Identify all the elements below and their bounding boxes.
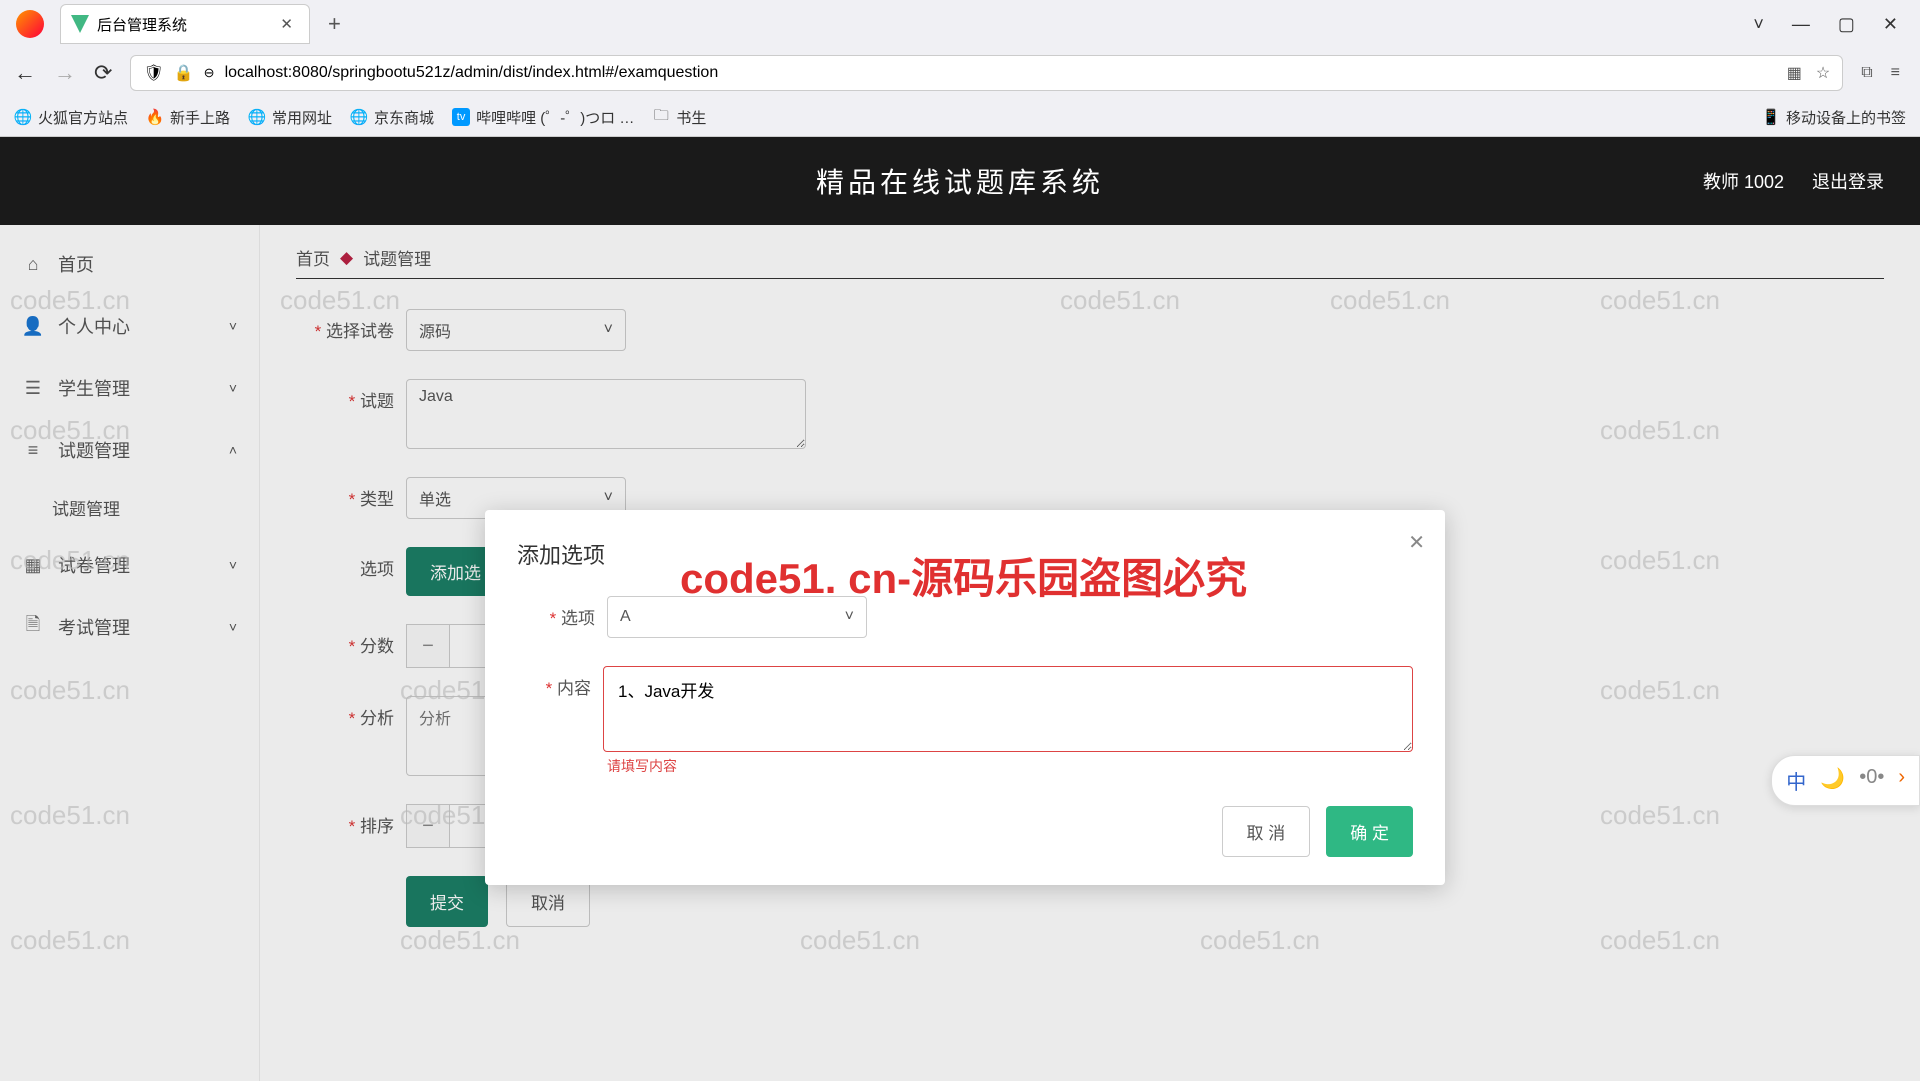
- ime-arrow-icon[interactable]: ›: [1898, 766, 1905, 795]
- modal-row-content: 内容 请填写内容: [517, 666, 1413, 776]
- vue-favicon-icon: [71, 15, 89, 33]
- modal-footer: 取 消 确 定: [517, 806, 1413, 857]
- globe-icon: 🌐: [14, 108, 32, 126]
- bookmark-item[interactable]: 🌐常用网址: [248, 107, 332, 128]
- url-bar[interactable]: 🛡 🔒 ⊖ localhost:8080/springbootu521z/adm…: [130, 55, 1843, 91]
- globe-icon: 🌐: [248, 108, 266, 126]
- new-tab-button[interactable]: +: [318, 7, 351, 41]
- firefox-logo-icon: [16, 10, 44, 38]
- modal-row-option: 选项 A˅: [517, 596, 1413, 638]
- validation-error: 请填写内容: [607, 756, 1413, 776]
- option-letter-dropdown[interactable]: A˅: [607, 596, 867, 638]
- shield-icon: 🛡: [143, 63, 163, 83]
- browser-tab[interactable]: 后台管理系统 ✕: [60, 4, 310, 44]
- ime-moon-icon[interactable]: 🌙: [1820, 766, 1845, 795]
- modal-close-icon[interactable]: ✕: [1408, 530, 1425, 555]
- bookmark-item[interactable]: 🌐火狐官方站点: [14, 107, 128, 128]
- minimize-button[interactable]: —: [1792, 14, 1810, 35]
- mobile-icon: 📱: [1762, 108, 1780, 126]
- app-body: code51.cn code51.cn code51.cn code51.cn …: [0, 225, 1920, 1081]
- extensions-icon[interactable]: ⧉: [1861, 64, 1872, 82]
- ime-more-icon[interactable]: •0•: [1859, 766, 1884, 795]
- permission-icon: ⊖: [204, 65, 215, 81]
- modal-cancel-button[interactable]: 取 消: [1222, 806, 1311, 857]
- url-text: localhost:8080/springbootu521z/admin/dis…: [225, 64, 719, 82]
- bookmark-bar: 🌐火狐官方站点 🔥新手上路 🌐常用网址 🌐京东商城 tv哔哩哔哩 (゜-゜)つロ…: [0, 98, 1920, 136]
- chevron-down-icon: ˅: [845, 608, 854, 626]
- label-option: 选项: [517, 596, 607, 629]
- bookmark-folder[interactable]: 🗀书生: [652, 107, 706, 128]
- app-header: 精品在线试题库系统 教师 1002 退出登录: [0, 137, 1920, 225]
- window-controls: ˅ — ▢ ✕: [1753, 14, 1912, 35]
- browser-chrome: 后台管理系统 ✕ + ˅ — ▢ ✕ ← → ⟳ 🛡 🔒 ⊖ localhost…: [0, 0, 1920, 137]
- tabs-dropdown-icon[interactable]: ˅: [1753, 14, 1764, 35]
- tab-close-icon[interactable]: ✕: [274, 13, 299, 35]
- bili-icon: tv: [452, 108, 470, 126]
- bookmark-item[interactable]: 🔥新手上路: [146, 107, 230, 128]
- globe-icon: 🌐: [350, 108, 368, 126]
- tab-bar: 后台管理系统 ✕ + ˅ — ▢ ✕: [0, 0, 1920, 48]
- lock-icon: 🔒: [174, 63, 194, 83]
- add-option-modal: 添加选项 ✕ 选项 A˅ 内容 请填写内容 取 消 确 定: [485, 510, 1445, 885]
- bookmark-item[interactable]: 🌐京东商城: [350, 107, 434, 128]
- bookmark-star-icon[interactable]: ☆: [1816, 63, 1830, 83]
- logout-link[interactable]: 退出登录: [1812, 168, 1884, 194]
- maximize-button[interactable]: ▢: [1838, 14, 1855, 35]
- mobile-bookmarks[interactable]: 📱移动设备上的书签: [1762, 107, 1906, 128]
- ime-toolbar[interactable]: 中 🌙 •0• ›: [1771, 755, 1920, 806]
- app-title: 精品在线试题库系统: [816, 161, 1104, 201]
- ime-lang[interactable]: 中: [1786, 766, 1806, 795]
- forward-button[interactable]: →: [54, 60, 76, 86]
- nav-bar: ← → ⟳ 🛡 🔒 ⊖ localhost:8080/springbootu52…: [0, 48, 1920, 98]
- qr-icon[interactable]: ▦: [1787, 63, 1802, 83]
- folder-icon: 🗀: [652, 108, 670, 126]
- bookmark-item[interactable]: tv哔哩哔哩 (゜-゜)つロ …: [452, 107, 634, 128]
- user-label[interactable]: 教师 1002: [1703, 168, 1784, 194]
- label-content: 内容: [517, 666, 603, 699]
- option-content-textarea[interactable]: [603, 666, 1413, 752]
- modal-ok-button[interactable]: 确 定: [1326, 806, 1413, 857]
- close-window-button[interactable]: ✕: [1883, 14, 1898, 35]
- menu-icon[interactable]: ≡: [1891, 64, 1900, 82]
- reload-button[interactable]: ⟳: [94, 60, 112, 86]
- back-button[interactable]: ←: [14, 60, 36, 86]
- flame-icon: 🔥: [146, 108, 164, 126]
- tab-title: 后台管理系统: [97, 14, 187, 35]
- modal-title: 添加选项: [517, 538, 1413, 570]
